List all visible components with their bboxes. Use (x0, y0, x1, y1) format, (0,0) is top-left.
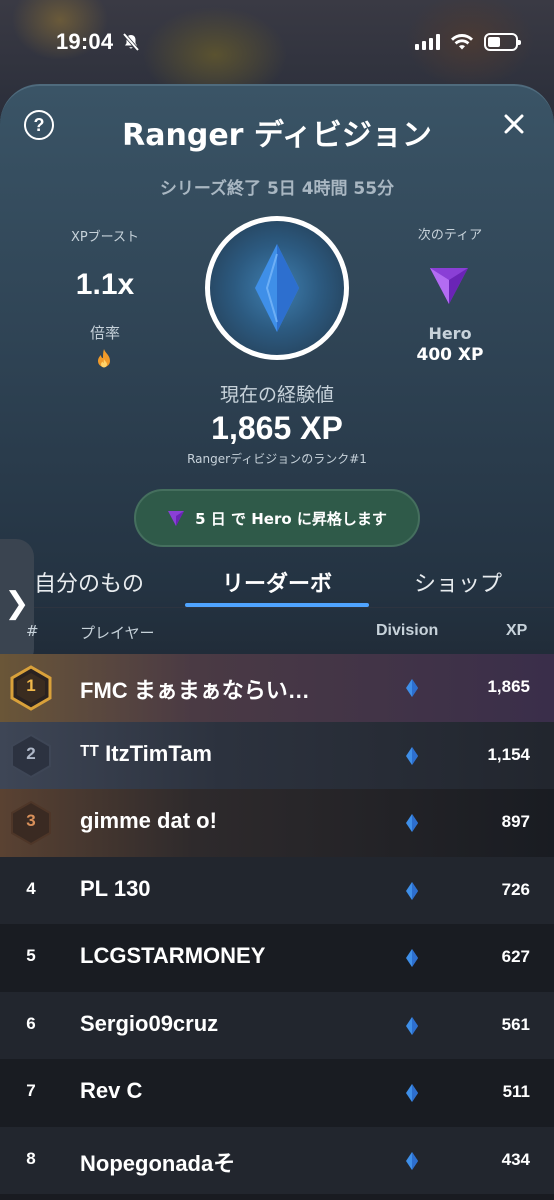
series-countdown: シリーズ終了 5日 4時間 55分 (159, 179, 395, 199)
ranger-division-icon (406, 881, 418, 900)
ranger-division-icon (406, 746, 418, 765)
column-player: プレイヤー (80, 624, 155, 642)
ranger-division-icon (406, 1084, 418, 1102)
tab-mine[interactable]: 自分のもの (34, 566, 144, 598)
table-row[interactable]: 2 ᵀᵀ ItzTimTam 1,154 (0, 721, 554, 789)
table-row[interactable]: 3 gimme dat o! 897 (0, 789, 554, 857)
status-time: 19:04 (56, 29, 114, 54)
row-player-name: FMC まぁまぁならい… (80, 678, 310, 703)
ranger-division-emblem (205, 216, 349, 360)
next-tier-label: 次のティア (417, 228, 483, 243)
row-player-name: Rev C (80, 1078, 143, 1103)
leaderboard-rows: 1 FMC まぁまぁならい… 1,865 2 ᵀᵀ ItzTimTam 1,15… (0, 654, 554, 1194)
cellular-signal-icon (415, 34, 440, 50)
active-tab-indicator (185, 603, 369, 607)
current-xp-value: 1,865 XP (211, 410, 343, 446)
hero-tier-icon (430, 268, 468, 304)
table-row[interactable]: 1 FMC まぁまぁならい… 1,865 (0, 654, 554, 722)
promotion-banner[interactable]: 5 日 で Hero に昇格します (134, 489, 420, 547)
division-panel: ? Ranger ディビジョン シリーズ終了 5日 4時間 55分 XPブースト… (0, 84, 554, 1200)
ranger-division-icon (406, 949, 418, 967)
table-row[interactable]: 8 Nopegonadaそ 434 (0, 1126, 554, 1194)
promotion-text: 5 日 で Hero に昇格します (195, 509, 387, 528)
multiplier-label: 倍率 (89, 324, 120, 342)
row-xp: 561 (501, 1014, 530, 1034)
row-player-name: PL 130 (80, 875, 151, 901)
column-division: Division (376, 622, 439, 639)
row-player-name: ᵀᵀ ItzTimTam (80, 740, 212, 766)
row-xp: 511 (502, 1082, 530, 1101)
row-rank: 5 (26, 946, 36, 965)
row-player-name: LCGSTARMONEY (80, 943, 266, 968)
ranger-gem-icon (255, 244, 299, 332)
row-rank: 4 (26, 878, 36, 898)
ranger-division-icon (406, 1016, 418, 1035)
row-rank: 6 (26, 1013, 36, 1033)
table-row[interactable]: 6 Sergio09cruz 561 (0, 991, 554, 1059)
hero-tier-small-icon (168, 511, 185, 526)
row-player-name: gimme dat o! (80, 808, 217, 833)
wifi-icon (451, 34, 473, 50)
next-tier-xp: 400 XP (416, 345, 484, 365)
tab-shop[interactable]: ショップ (414, 566, 502, 598)
table-row[interactable]: 4 PL 130 726 (0, 856, 554, 924)
row-rank: 8 (26, 1148, 36, 1168)
row-rank: 1 (26, 676, 36, 695)
current-xp-label: 現在の経験値 (219, 384, 334, 406)
next-tier-name: Hero (428, 324, 472, 343)
row-xp: 434 (501, 1149, 530, 1169)
bell-muted-icon (122, 32, 140, 52)
table-row[interactable]: 7 Rev C 511 (0, 1059, 554, 1127)
row-rank: 7 (26, 1081, 36, 1100)
row-rank: 3 (26, 811, 36, 830)
status-bar: 19:04 (0, 0, 554, 84)
tab-leaderboard[interactable]: リーダーボ (185, 566, 369, 598)
row-player-name: Nopegonadaそ (80, 1150, 236, 1176)
page-title: Ranger ディビジョン (122, 118, 432, 153)
flame-icon (98, 349, 110, 368)
table-row[interactable]: 5 LCGSTARMONEY 627 (0, 924, 554, 992)
xp-boost-label: XPブースト (70, 230, 140, 245)
leaderboard-header: # プレイヤー Division XP (0, 614, 554, 650)
division-rank-text: Rangerディビジョンのランク#1 (187, 452, 367, 466)
row-xp: 726 (501, 879, 530, 899)
ranger-division-icon (406, 679, 418, 697)
row-rank: 2 (26, 743, 36, 763)
battery-icon (484, 33, 521, 51)
xp-boost-value: 1.1x (75, 268, 135, 301)
row-xp: 1,865 (487, 677, 530, 696)
tab-bar: 自分のもの リーダーボ ショップ (0, 560, 554, 608)
row-xp: 897 (501, 812, 530, 831)
column-xp: XP (506, 622, 528, 639)
column-rank: # (26, 622, 39, 640)
ranger-division-icon (406, 814, 418, 832)
ranger-division-icon (406, 1151, 418, 1170)
row-player-name: Sergio09cruz (80, 1010, 219, 1036)
row-xp: 1,154 (487, 744, 530, 764)
row-xp: 627 (501, 947, 530, 966)
